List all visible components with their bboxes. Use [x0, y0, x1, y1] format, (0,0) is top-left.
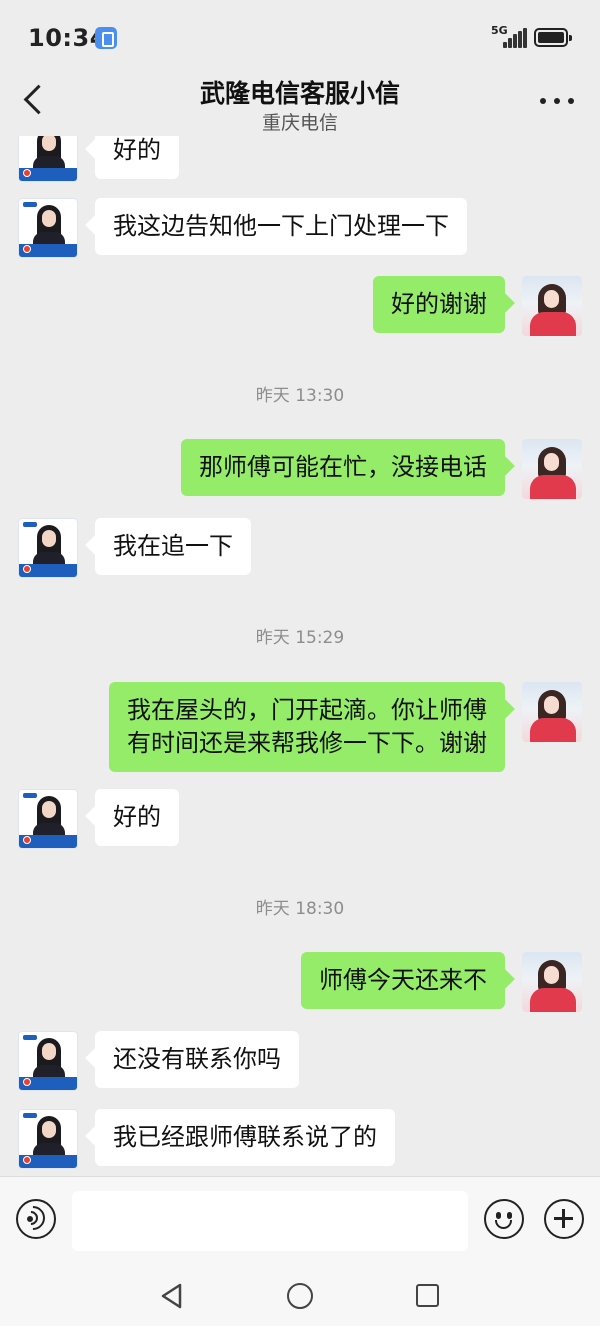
user-avatar[interactable] [522, 276, 582, 336]
battery-icon [534, 28, 572, 47]
message-text: 还没有联系你吗 [113, 1045, 281, 1073]
input-bar [0, 1176, 600, 1264]
system-nav-bar [0, 1264, 600, 1326]
message-list[interactable]: 好的 我这边告知他一下上门处理一下 好的谢谢 昨天 13:30 那师傅可能在忙，… [0, 136, 600, 1176]
user-avatar[interactable] [522, 439, 582, 499]
message-row: 师傅今天还来不 [0, 952, 600, 1012]
user-avatar[interactable] [522, 682, 582, 742]
timestamp: 昨天 18:30 [255, 899, 345, 919]
message-bubble[interactable]: 好的 [95, 136, 179, 179]
emoji-icon [496, 1212, 501, 1219]
message-row: 好的 [0, 789, 600, 849]
message-bubble[interactable]: 好的 [95, 789, 179, 846]
message-row: 那师傅可能在忙，没接电话 [0, 439, 600, 499]
message-text: 我在追一下 [113, 532, 233, 560]
message-text: 那师傅可能在忙，没接电话 [199, 453, 487, 481]
message-app-icon [95, 27, 117, 49]
message-text: 好的 [113, 803, 161, 831]
message-bubble[interactable]: 师傅今天还来不 [301, 952, 505, 1009]
nav-back-icon[interactable] [158, 1282, 186, 1310]
signal-icon [503, 28, 527, 48]
chat-subtitle: 重庆电信 [261, 112, 338, 134]
user-avatar[interactable] [522, 952, 582, 1012]
nav-home-icon[interactable] [287, 1283, 313, 1309]
message-row: 我在追一下 [0, 518, 600, 578]
timestamp: 昨天 13:30 [255, 386, 345, 406]
timestamp: 昨天 15:29 [255, 628, 345, 648]
message-row: 好的谢谢 [0, 276, 600, 336]
message-text: 师傅今天还来不 [319, 966, 487, 994]
message-text-line: 有时间还是来帮我修一下下。谢谢 [127, 729, 487, 757]
agent-avatar[interactable] [18, 789, 78, 849]
agent-avatar[interactable] [18, 1109, 78, 1169]
agent-avatar[interactable] [18, 1031, 78, 1091]
message-bubble[interactable]: 我在追一下 [95, 518, 251, 575]
plus-button[interactable] [544, 1199, 584, 1239]
message-bubble[interactable]: 还没有联系你吗 [95, 1031, 299, 1088]
message-input[interactable] [72, 1191, 468, 1251]
message-row: 还没有联系你吗 [0, 1031, 600, 1091]
message-row: 我这边告知他一下上门处理一下 [0, 198, 600, 258]
more-button[interactable] [540, 98, 574, 106]
message-bubble[interactable]: 我这边告知他一下上门处理一下 [95, 198, 467, 255]
agent-avatar[interactable] [18, 518, 78, 578]
message-text: 好的 [113, 136, 161, 164]
nav-recent-icon[interactable] [416, 1284, 439, 1307]
message-row: 好的 [0, 136, 600, 182]
message-text: 我已经跟师傅联系说了的 [113, 1123, 377, 1151]
message-bubble[interactable]: 我在屋头的，门开起滴。你让师傅 有时间还是来帮我修一下下。谢谢 [109, 682, 505, 772]
agent-avatar[interactable] [18, 136, 78, 182]
message-bubble[interactable]: 我已经跟师傅联系说了的 [95, 1109, 395, 1166]
emoji-button[interactable] [484, 1199, 524, 1239]
chat-title: 武隆电信客服小信 [199, 79, 400, 108]
message-bubble[interactable]: 那师傅可能在忙，没接电话 [181, 439, 505, 496]
chat-header: 武隆电信客服小信 重庆电信 [0, 72, 600, 136]
message-row: 我在屋头的，门开起滴。你让师傅 有时间还是来帮我修一下下。谢谢 [0, 682, 600, 772]
voice-button[interactable] [16, 1199, 56, 1239]
message-text-line: 我在屋头的，门开起滴。你让师傅 [127, 696, 487, 724]
message-row: 我已经跟师傅联系说了的 [0, 1109, 600, 1169]
message-text: 我这边告知他一下上门处理一下 [113, 212, 449, 240]
message-bubble[interactable]: 好的谢谢 [373, 276, 505, 333]
message-text: 好的谢谢 [391, 290, 487, 318]
agent-avatar[interactable] [18, 198, 78, 258]
status-bar: 10:34 5G [0, 0, 600, 72]
